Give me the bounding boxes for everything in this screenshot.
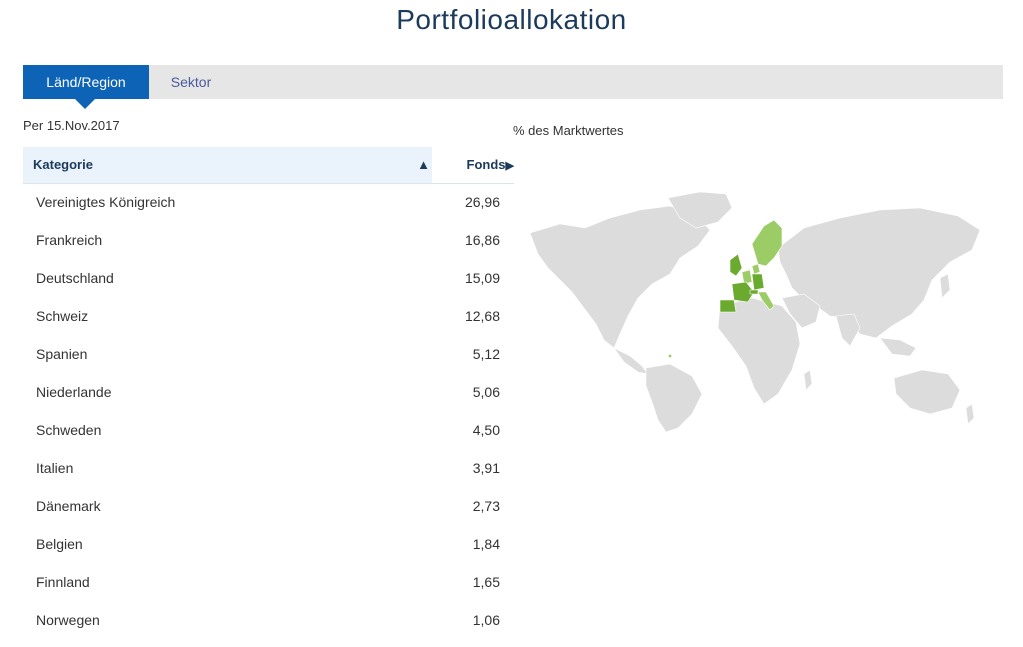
fund-weight: 2,73 — [472, 498, 500, 514]
table-body: Vereinigtes Königreich 26,96 Frankreich 16,… — [23, 184, 514, 640]
table-row: Italien 3,91 — [23, 450, 514, 488]
fund-header-label: Fonds — [466, 157, 506, 172]
allocation-table: Kategorie ▲ Fonds▶ Vereinigtes Königreic… — [23, 147, 514, 640]
fund-weight: 5,12 — [472, 346, 500, 362]
country-name: Niederlande — [36, 384, 112, 400]
map-australia — [893, 369, 961, 415]
table-row: Finnland 1,65 — [23, 564, 514, 602]
sort-toggle-icon: ▶ — [505, 160, 514, 172]
sort-ascending-icon: ▲ — [417, 157, 430, 172]
table-row: Spanien 5,12 — [23, 336, 514, 374]
country-name: Finnland — [36, 574, 90, 590]
map-scandinavia — [751, 219, 783, 267]
fund-weight: 1,84 — [472, 536, 500, 552]
country-name: Norwegen — [36, 612, 100, 628]
map-africa — [717, 297, 801, 405]
fund-weight: 5,06 — [472, 384, 500, 400]
map-south-america — [645, 363, 703, 433]
country-name: Schweden — [36, 422, 102, 438]
category-column-header[interactable]: Kategorie ▲ — [23, 147, 432, 183]
map-germany — [751, 273, 765, 291]
country-name: Vereinigtes Königreich — [36, 194, 176, 210]
table-row: Belgien 1,84 — [23, 526, 514, 564]
map-denmark — [751, 263, 761, 275]
map-japan — [939, 273, 951, 299]
fund-weight: 3,91 — [472, 460, 500, 476]
map-caption: % des Marktwertes — [513, 123, 624, 138]
table-row: Norwegen 1,06 — [23, 602, 514, 640]
map-new-zealand — [965, 403, 975, 425]
page-title: Portfolioallokation — [396, 4, 627, 35]
country-name: Frankreich — [36, 232, 103, 248]
table-row: Vereinigtes Königreich 26,96 — [23, 184, 514, 222]
country-name: Spanien — [36, 346, 88, 362]
fund-weight: 1,06 — [472, 612, 500, 628]
category-header-label: Kategorie — [33, 157, 93, 172]
table-row: Schweden 4,50 — [23, 412, 514, 450]
fund-column-header[interactable]: Fonds▶ — [467, 147, 514, 183]
as-of-date: Per 15.Nov.2017 — [23, 118, 120, 133]
country-name: Dänemark — [36, 498, 101, 514]
map-madagascar — [803, 369, 813, 391]
map-uk — [729, 253, 743, 277]
table-row: Niederlande 5,06 — [23, 374, 514, 412]
world-map — [529, 191, 981, 433]
map-benelux — [741, 269, 753, 285]
table-row: Frankreich 16,86 — [23, 222, 514, 260]
map-southeast-asia — [879, 337, 917, 357]
tab-country-region[interactable]: Länd/Region — [23, 65, 149, 109]
map-switzerland — [749, 289, 759, 295]
fund-weight: 26,96 — [464, 194, 500, 210]
tab-bar: Länd/Region Sektor — [23, 65, 1003, 109]
country-name: Schweiz — [36, 308, 89, 324]
map-north-america — [529, 205, 711, 349]
table-row: Schweiz 12,68 — [23, 298, 514, 336]
fund-weight: 16,86 — [464, 232, 500, 248]
fund-weight: 4,50 — [472, 422, 500, 438]
fund-weight: 12,68 — [464, 308, 500, 324]
country-name: Italien — [36, 460, 74, 476]
fund-weight: 1,65 — [472, 574, 500, 590]
table-header: Kategorie ▲ Fonds▶ — [23, 147, 514, 184]
table-row: Deutschland 15,09 — [23, 260, 514, 298]
country-name: Belgien — [36, 536, 83, 552]
tab-sector[interactable]: Sektor — [149, 65, 233, 99]
country-name: Deutschland — [36, 270, 114, 286]
map-central-america — [613, 347, 649, 375]
fund-weight: 15,09 — [464, 270, 500, 286]
table-row: Dänemark 2,73 — [23, 488, 514, 526]
map-spain — [719, 299, 737, 313]
map-small-marker — [668, 354, 672, 358]
